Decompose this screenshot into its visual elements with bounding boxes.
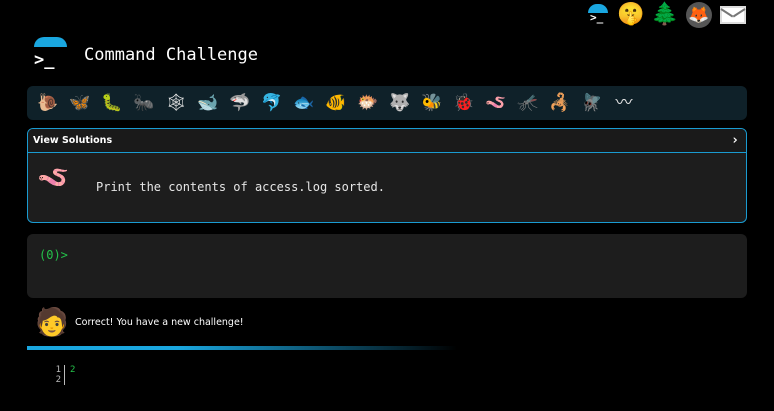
- challenge-bar: 🐌 🦋 🐛 🐜 🕸 🐋 🦈 🐬 🐟 🐠 🐡 🐺 🐝 🐞 🪱 🦟 🦂 🪰 〰: [27, 86, 747, 120]
- fish-icon[interactable]: 🐟: [289, 89, 319, 117]
- snail-icon[interactable]: 🐌: [33, 89, 63, 117]
- output-line: 2: [70, 365, 76, 375]
- line-number-gutter: 1 2: [55, 365, 65, 385]
- butterfly-icon[interactable]: 🦋: [65, 89, 95, 117]
- app-header: >_ Command Challenge: [31, 37, 258, 73]
- view-solutions-label: View Solutions: [33, 135, 113, 146]
- gitlab-icon[interactable]: 🦊: [686, 2, 712, 28]
- top-icons: >_ 🤫 🌲 🦊: [586, 0, 774, 30]
- shark-icon[interactable]: 🦈: [225, 89, 255, 117]
- result-message: 🧑 Correct! You have a new challenge!: [35, 305, 244, 339]
- wolf-icon[interactable]: 🐺: [385, 89, 415, 117]
- scorpion-icon[interactable]: 🦂: [545, 89, 575, 117]
- tropical-fish-icon[interactable]: 🐠: [321, 89, 351, 117]
- view-solutions-toggle[interactable]: View Solutions ›: [28, 129, 746, 153]
- line-number: 1: [55, 365, 61, 375]
- caterpillar-icon[interactable]: 🐛: [97, 89, 127, 117]
- page-title: Command Challenge: [84, 45, 258, 65]
- chevron-right-icon: ›: [731, 133, 739, 148]
- line-number: 2: [55, 375, 61, 385]
- challenge-description: Print the contents of access.log sorted.: [96, 180, 385, 194]
- worm-icon: 🪱: [37, 163, 70, 193]
- dolphin-icon[interactable]: 🐬: [257, 89, 287, 117]
- progress-line: [27, 346, 457, 350]
- shushing-face-icon[interactable]: 🤫: [617, 2, 644, 28]
- mosquito-icon[interactable]: 🦟: [513, 89, 543, 117]
- command-output: 1 2 2: [55, 365, 75, 385]
- blowfish-icon[interactable]: 🐡: [353, 89, 383, 117]
- ant-icon[interactable]: 🐜: [129, 89, 159, 117]
- challenge-panel: View Solutions › 🪱 Print the contents of…: [27, 128, 747, 223]
- person-avatar-icon: 🧑: [35, 307, 69, 338]
- terminal-prompt: (0)>: [39, 248, 68, 262]
- output-code: 2: [65, 365, 75, 385]
- bee-icon[interactable]: 🐝: [417, 89, 447, 117]
- fly-icon[interactable]: 🪰: [577, 89, 607, 117]
- logo-prompt: >_: [34, 50, 55, 70]
- terminal-input[interactable]: (0)>: [27, 234, 747, 298]
- mail-icon: [720, 6, 746, 24]
- command-challenge-logo[interactable]: >_: [31, 37, 69, 73]
- command-challenge-logo-icon[interactable]: >_: [586, 2, 610, 28]
- tree-icon[interactable]: 🌲: [651, 2, 678, 28]
- earthworm-icon[interactable]: 〰: [609, 89, 639, 117]
- worm-icon[interactable]: 🪱: [481, 89, 511, 117]
- ladybug-icon[interactable]: 🐞: [449, 89, 479, 117]
- spider-web-icon[interactable]: 🕸: [161, 89, 191, 117]
- whale-icon[interactable]: 🐋: [193, 89, 223, 117]
- result-text: Correct! You have a new challenge!: [75, 316, 244, 328]
- mail-icon-wrap[interactable]: [720, 2, 746, 28]
